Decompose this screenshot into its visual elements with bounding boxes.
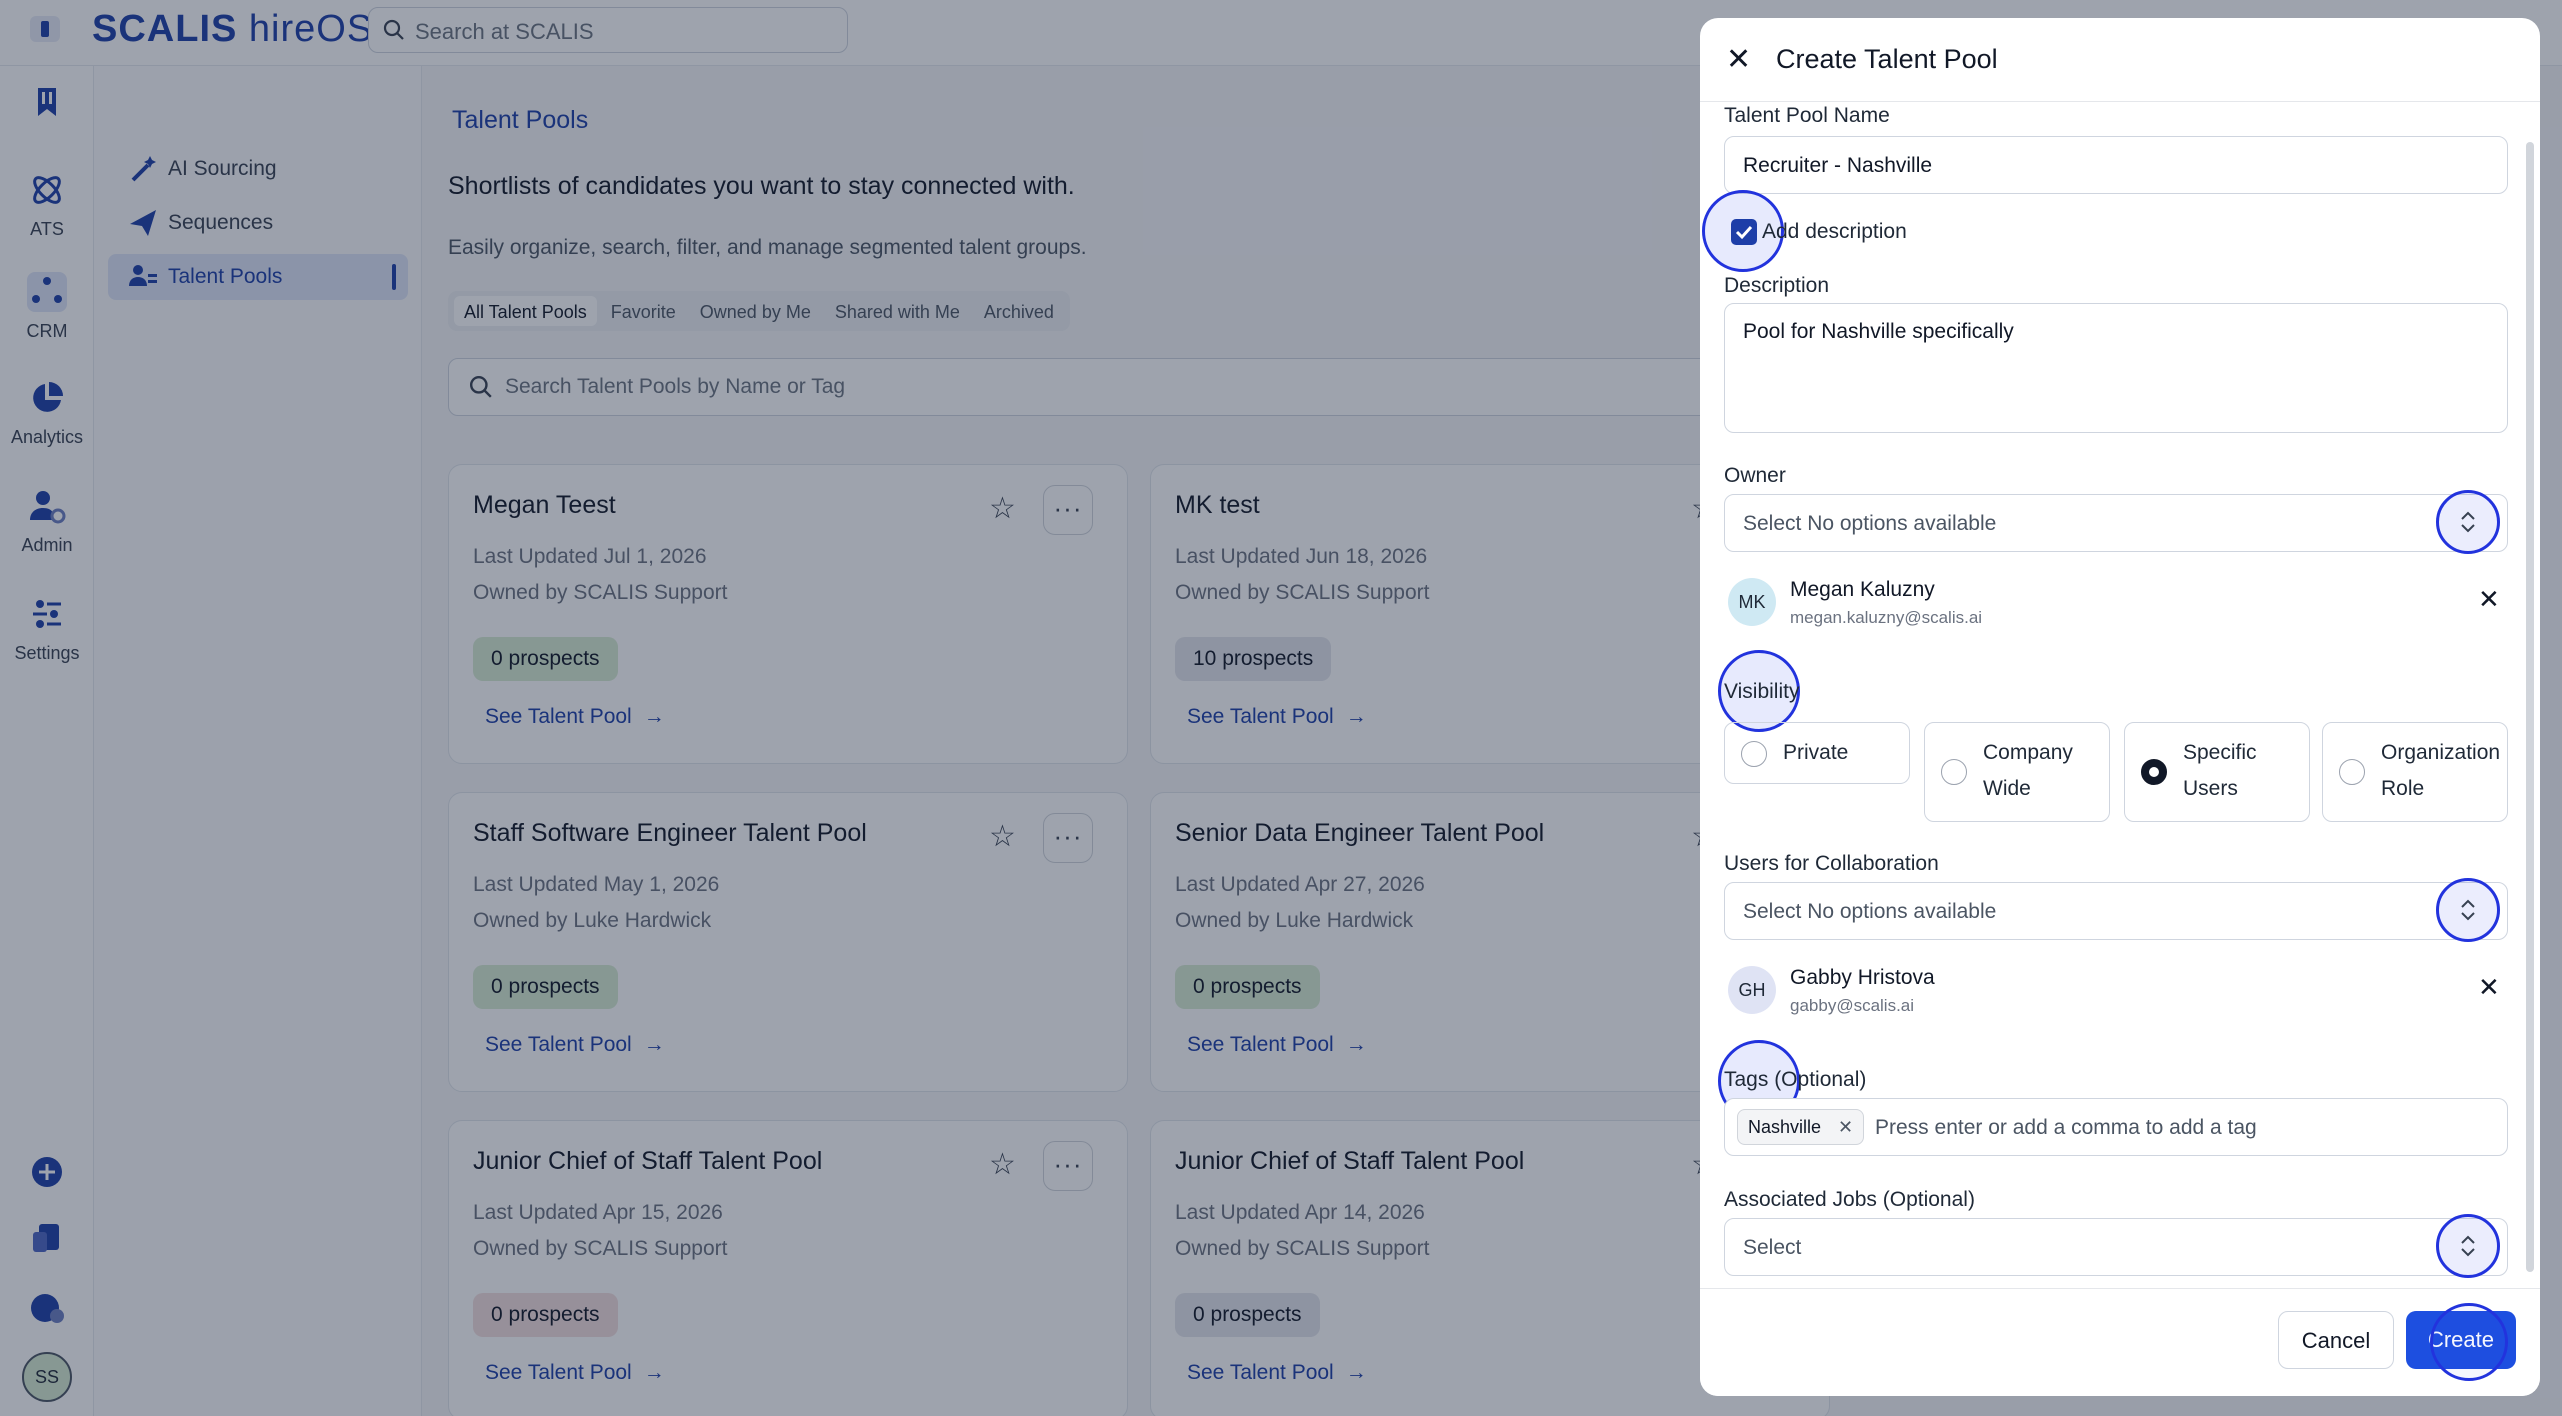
owner-label: Owner bbox=[1724, 464, 1786, 487]
associated-jobs-select[interactable]: Select bbox=[1724, 1218, 2508, 1276]
create-highlight bbox=[2430, 1303, 2508, 1381]
talent-pool-name-input[interactable]: Recruiter - Nashville bbox=[1724, 136, 2508, 194]
associated-jobs-label: Associated Jobs (Optional) bbox=[1724, 1188, 1975, 1211]
dialog-scrollbar[interactable] bbox=[2526, 102, 2534, 1288]
collaboration-chevron-icon[interactable] bbox=[2436, 878, 2500, 942]
collaborator-name: Gabby Hristova bbox=[1790, 966, 1935, 989]
chevron-up-down-icon bbox=[2461, 899, 2475, 921]
owner-email: megan.kaluzny@scalis.ai bbox=[1790, 608, 1983, 627]
remove-collaborator-close-icon[interactable]: ✕ bbox=[2478, 972, 2500, 1003]
owner-select[interactable]: Select No options available bbox=[1724, 494, 2508, 552]
tag-chip: Nashville ✕ bbox=[1737, 1109, 1865, 1145]
avatar: MK bbox=[1728, 578, 1776, 626]
tags-input[interactable]: Nashville ✕ Press enter or add a comma t… bbox=[1724, 1098, 2508, 1156]
dialog-footer: Cancel Create bbox=[1700, 1288, 2540, 1396]
add-description-checkbox[interactable] bbox=[1731, 219, 1757, 245]
collaboration-select[interactable]: Select No options available bbox=[1724, 882, 2508, 940]
close-icon[interactable]: ✕ bbox=[1726, 42, 1751, 77]
visibility-option-private[interactable]: Private bbox=[1724, 722, 1910, 784]
chevron-up-down-icon bbox=[2461, 511, 2475, 533]
description-textarea[interactable]: Pool for Nashville specifically bbox=[1724, 303, 2508, 433]
radio-specific-users[interactable] bbox=[2141, 759, 2167, 785]
visibility-option-company-wide[interactable]: Company Wide bbox=[1924, 722, 2110, 822]
collaborator-email: gabby@scalis.ai bbox=[1790, 996, 1915, 1015]
tags-label: Tags (Optional) bbox=[1724, 1068, 1867, 1091]
create-talent-pool-dialog: ✕ Create Talent Pool Talent Pool Name Re… bbox=[1700, 18, 2540, 1396]
tag-remove-close-icon[interactable]: ✕ bbox=[1838, 1117, 1853, 1137]
visibility-option-organization-role[interactable]: Organization Role bbox=[2322, 722, 2508, 822]
description-label: Description bbox=[1724, 274, 1830, 297]
visibility-label: Visibility bbox=[1724, 680, 1800, 703]
radio-private[interactable] bbox=[1741, 741, 1767, 767]
dialog-title: Create Talent Pool bbox=[1776, 44, 1998, 74]
owner-chevron-icon[interactable] bbox=[2436, 490, 2500, 554]
visibility-option-specific-users[interactable]: Specific Users bbox=[2124, 722, 2310, 822]
chevron-up-down-icon bbox=[2461, 1235, 2475, 1257]
jobs-chevron-icon[interactable] bbox=[2436, 1214, 2500, 1278]
dialog-header: ✕ Create Talent Pool bbox=[1700, 18, 2540, 102]
radio-organization-role[interactable] bbox=[2339, 759, 2365, 785]
remove-owner-close-icon[interactable]: ✕ bbox=[2478, 584, 2500, 615]
add-description-label[interactable]: Add description bbox=[1762, 220, 1907, 244]
talent-pool-name-label: Talent Pool Name bbox=[1724, 104, 1890, 127]
radio-company-wide[interactable] bbox=[1941, 759, 1967, 785]
avatar: GH bbox=[1728, 966, 1776, 1014]
collaboration-label: Users for Collaboration bbox=[1724, 852, 1939, 875]
cancel-button[interactable]: Cancel bbox=[2278, 1311, 2394, 1369]
check-icon bbox=[1735, 225, 1753, 240]
owner-name: Megan Kaluzny bbox=[1790, 578, 1935, 601]
